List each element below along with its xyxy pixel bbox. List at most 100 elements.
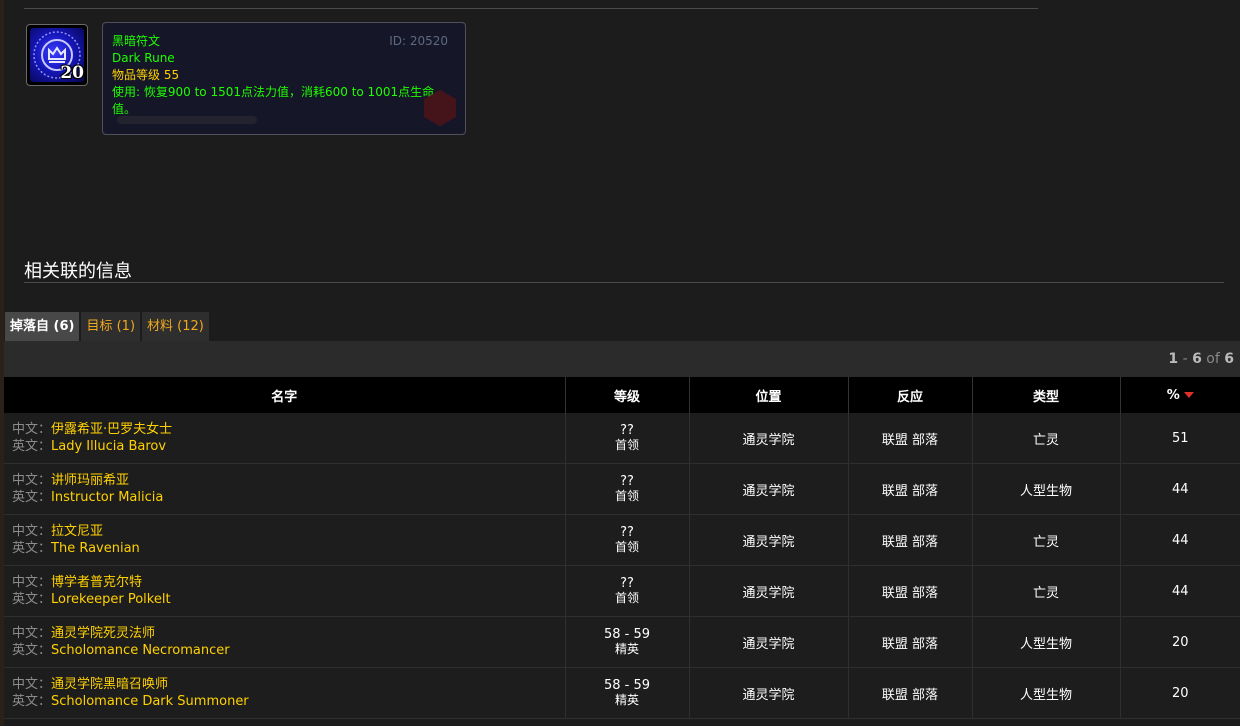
npc-link-cn[interactable]: 拉文尼亚 xyxy=(51,524,103,539)
level-cell: ?? 首领 xyxy=(565,413,690,464)
en-label: 英文： xyxy=(12,541,52,556)
en-label: 英文： xyxy=(12,643,52,658)
en-label: 英文： xyxy=(12,439,52,454)
npc-link-cn[interactable]: 通灵学院黑暗召唤师 xyxy=(51,677,168,692)
tab-target[interactable]: 目标 (1) xyxy=(81,312,141,341)
percent-cell: 44 xyxy=(1120,463,1240,515)
section-title: 相关联的信息 xyxy=(24,261,132,282)
reaction-cell: 联盟 部落 xyxy=(848,565,973,617)
level-value: ?? xyxy=(620,576,634,591)
level-classification: 首领 xyxy=(614,591,639,605)
level-classification: 首领 xyxy=(614,438,639,452)
location-cell[interactable]: 通灵学院 xyxy=(689,514,849,566)
table-row[interactable]: 中文：伊露希亚·巴罗夫女士 英文：Lady Illucia Barov ?? 首领… xyxy=(4,413,1240,464)
name-cell: 中文：通灵学院黑暗召唤师 英文：Scholomance Dark Summone… xyxy=(4,667,566,719)
item-icon-button[interactable]: 20 xyxy=(26,24,88,86)
col-header-reaction[interactable]: 反应 xyxy=(848,377,973,413)
table-row[interactable]: 中文：通灵学院黑暗召唤师 英文：Scholomance Dark Summone… xyxy=(4,667,1240,719)
npc-link-cn[interactable]: 讲师玛丽希亚 xyxy=(51,473,129,488)
table-header-row: 名字 等级 位置 反应 类型 % xyxy=(4,377,1240,413)
cn-label: 中文： xyxy=(12,575,52,590)
level-value: ?? xyxy=(620,525,634,540)
type-cell: 亡灵 xyxy=(972,565,1121,617)
level-value: ?? xyxy=(620,474,634,489)
pager-from: 1 xyxy=(1168,351,1179,367)
item-id: ID: 20520 xyxy=(389,34,448,48)
level-cell: 58 - 59 精英 xyxy=(565,616,690,668)
reaction-cell: 联盟 部落 xyxy=(848,514,973,566)
tab-reagent[interactable]: 材料 (12) xyxy=(142,312,209,341)
col-header-location[interactable]: 位置 xyxy=(689,377,849,413)
npc-link-en[interactable]: Lorekeeper Polkelt xyxy=(51,592,171,607)
item-name-en: Dark Rune xyxy=(112,51,175,65)
level-value: 58 - 59 xyxy=(603,678,651,693)
table-row[interactable]: 中文：通灵学院死灵法师 英文：Scholomance Necromancer 5… xyxy=(4,616,1240,668)
reaction-cell: 联盟 部落 xyxy=(848,413,973,464)
type-cell: 人型生物 xyxy=(972,463,1121,515)
npc-link-en[interactable]: Lady Illucia Barov xyxy=(51,439,166,454)
percent-cell: 51 xyxy=(1120,413,1240,464)
table-row[interactable]: 中文：拉文尼亚 英文：The Ravenian ?? 首领 通灵学院 联盟 部落 … xyxy=(4,514,1240,566)
pager-bar: 1 - 6 of 6 xyxy=(4,341,1240,377)
hexagon-icon xyxy=(424,90,456,126)
level-classification: 精英 xyxy=(614,693,639,707)
pager-total: 6 xyxy=(1224,351,1234,367)
stack-count: 20 xyxy=(60,63,84,83)
col-header-type[interactable]: 类型 xyxy=(972,377,1121,413)
name-cell: 中文：拉文尼亚 英文：The Ravenian xyxy=(4,514,566,566)
table-row[interactable]: 中文：讲师玛丽希亚 英文：Instructor Malicia ?? 首领 通灵学… xyxy=(4,463,1240,515)
npc-link-cn[interactable]: 博学者普克尔特 xyxy=(51,575,142,590)
item-use-text: 使用: 恢复900 to 1501点法力值，消耗600 to 1001点生命值。 xyxy=(112,85,435,116)
location-cell[interactable]: 通灵学院 xyxy=(689,463,849,515)
section-divider xyxy=(24,282,1224,283)
npc-link-en[interactable]: Scholomance Necromancer xyxy=(51,643,230,658)
pager-to: 6 xyxy=(1192,351,1202,367)
en-label: 英文： xyxy=(12,490,52,505)
percent-cell: 44 xyxy=(1120,514,1240,566)
level-cell: ?? 首领 xyxy=(565,514,690,566)
col-header-percent[interactable]: % xyxy=(1120,377,1240,413)
en-label: 英文： xyxy=(12,592,52,607)
level-classification: 精英 xyxy=(614,642,639,656)
tab-dropped-by[interactable]: 掉落自 (6) xyxy=(5,312,80,341)
col-header-level[interactable]: 等级 xyxy=(565,377,690,413)
table-row[interactable]: 中文：博学者普克尔特 英文：Lorekeeper Polkelt ?? 首领 通灵… xyxy=(4,565,1240,617)
pager: 1 - 6 of 6 xyxy=(1168,351,1234,367)
name-cell: 中文：博学者普克尔特 英文：Lorekeeper Polkelt xyxy=(4,565,566,617)
cn-label: 中文： xyxy=(12,422,52,437)
npc-list-table: 名字 等级 位置 反应 类型 % 中文：伊露希亚·巴罗夫女士 英文：Lady I… xyxy=(4,377,1240,719)
location-cell[interactable]: 通灵学院 xyxy=(689,616,849,668)
level-classification: 首领 xyxy=(614,540,639,554)
name-cell: 中文：伊露希亚·巴罗夫女士 英文：Lady Illucia Barov xyxy=(4,413,566,464)
percent-cell: 44 xyxy=(1120,565,1240,617)
npc-link-cn[interactable]: 伊露希亚·巴罗夫女士 xyxy=(51,422,172,437)
tab-bar: 掉落自 (6) 目标 (1) 材料 (12) xyxy=(5,312,209,341)
level-value: ?? xyxy=(620,423,634,438)
pager-of: of xyxy=(1201,351,1225,367)
cn-label: 中文： xyxy=(12,473,52,488)
type-cell: 亡灵 xyxy=(972,413,1121,464)
level-classification: 首领 xyxy=(614,489,639,503)
name-cell: 中文：通灵学院死灵法师 英文：Scholomance Necromancer xyxy=(4,616,566,668)
level-cell: ?? 首领 xyxy=(565,565,690,617)
reaction-cell: 联盟 部落 xyxy=(848,616,973,668)
cn-label: 中文： xyxy=(12,677,52,692)
level-value: 58 - 59 xyxy=(603,627,651,642)
name-cell: 中文：讲师玛丽希亚 英文：Instructor Malicia xyxy=(4,463,566,515)
npc-link-cn[interactable]: 通灵学院死灵法师 xyxy=(51,626,155,641)
col-header-name[interactable]: 名字 xyxy=(4,377,566,413)
en-label: 英文： xyxy=(12,694,52,709)
item-level: 物品等级 55 xyxy=(112,68,180,82)
location-cell[interactable]: 通灵学院 xyxy=(689,667,849,719)
item-tooltip: ID: 20520 黑暗符文 Dark Rune 物品等级 55 使用: 恢复9… xyxy=(102,22,466,135)
npc-link-en[interactable]: The Ravenian xyxy=(51,541,140,556)
npc-link-en[interactable]: Scholomance Dark Summoner xyxy=(51,694,249,709)
location-cell[interactable]: 通灵学院 xyxy=(689,565,849,617)
npc-link-en[interactable]: Instructor Malicia xyxy=(51,490,163,505)
type-cell: 亡灵 xyxy=(972,514,1121,566)
type-cell: 人型生物 xyxy=(972,616,1121,668)
level-cell: 58 - 59 精英 xyxy=(565,667,690,719)
location-cell[interactable]: 通灵学院 xyxy=(689,413,849,464)
reaction-cell: 联盟 部落 xyxy=(848,667,973,719)
percent-cell: 20 xyxy=(1120,616,1240,668)
